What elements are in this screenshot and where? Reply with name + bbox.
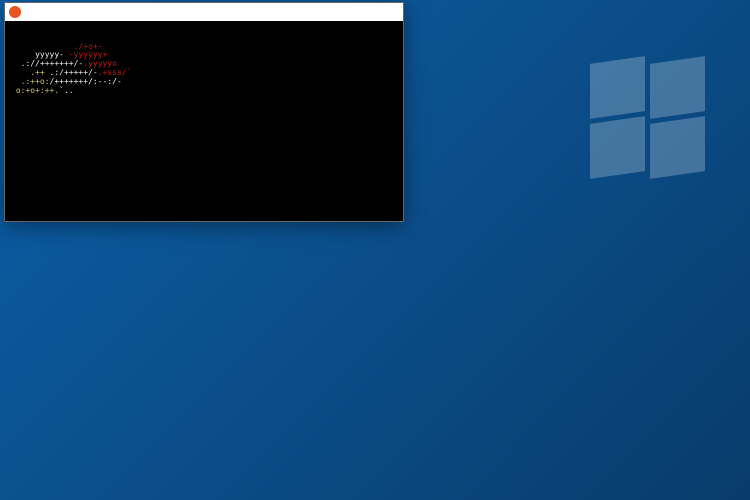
terminal-ubuntu[interactable]: ./+o+- yyyyy- -yyyyyy+ .://+++++++/-.yyy… (4, 2, 404, 222)
terminal-body[interactable]: ./+o+- yyyyy- -yyyyyy+ .://+++++++/-.yyy… (5, 21, 403, 99)
windows-logo (590, 60, 710, 180)
titlebar[interactable] (5, 3, 403, 21)
ubuntu-ascii-logo: ./+o+- yyyyy- -yyyyyy+ .://+++++++/-.yyy… (11, 43, 131, 96)
ubuntu-icon (9, 6, 21, 18)
